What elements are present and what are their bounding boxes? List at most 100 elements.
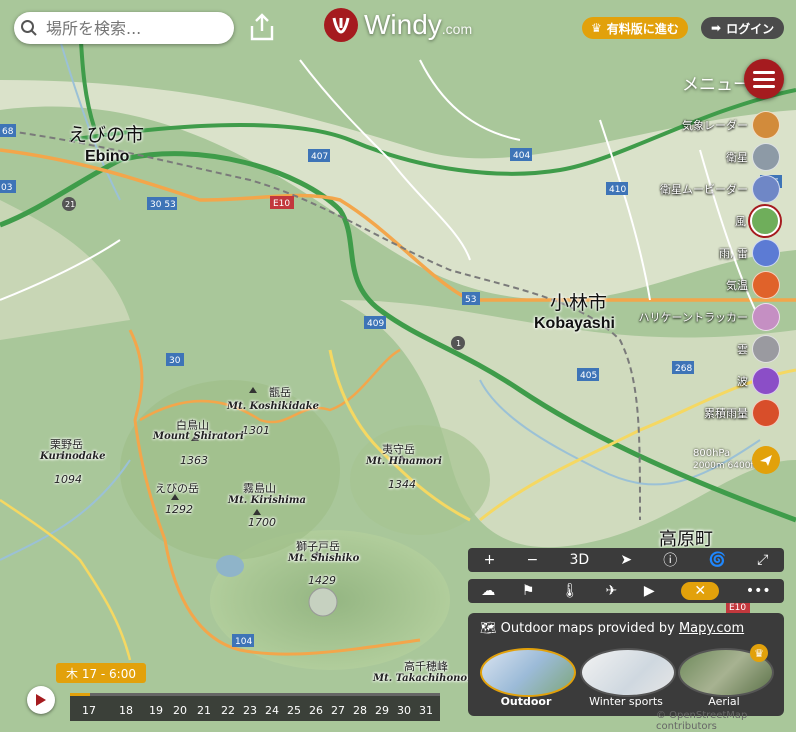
peak-elevation: 1700 [248, 516, 276, 529]
altitude-range: 2000m 6400ft [693, 461, 757, 471]
login-button[interactable]: ➡ ログイン [701, 17, 785, 39]
peak-elevation: 1094 [54, 473, 82, 486]
webcam-icon[interactable]: ▶ [644, 583, 655, 599]
layer-wind[interactable]: 風 [735, 206, 780, 236]
hamburger-menu-button[interactable] [744, 59, 784, 99]
peak-label: Mt. Shishiko [288, 553, 360, 564]
layer-label: 雨, 雷 [719, 247, 748, 260]
layer-accumulated-rain[interactable]: 累積雨量 [704, 398, 780, 428]
layer-label: 衛星 [726, 151, 748, 164]
search-input[interactable] [44, 17, 228, 39]
crown-icon: ♛ [591, 21, 602, 35]
zoom-in-button[interactable]: + [484, 552, 496, 568]
peak-label: 夷守岳 [382, 443, 415, 456]
timeline-day[interactable]: 29 [375, 704, 389, 717]
altitude-level: 800hPa [693, 448, 731, 459]
satellite-movie-icon [752, 175, 780, 203]
fullscreen-icon[interactable]: ⤢ [757, 552, 768, 568]
timeline-day[interactable]: 30 [397, 704, 411, 717]
search-box[interactable] [14, 12, 234, 44]
search-icon [14, 13, 44, 43]
peak-label: Mt. Takachihonom [373, 673, 478, 684]
airport-icon[interactable]: ✈ [605, 583, 617, 599]
timeline-day[interactable]: 19 [149, 704, 163, 717]
city-label-ebino-jp: えびの市 [68, 124, 145, 146]
map-attribution[interactable]: © OpenStreetMap contributors [656, 710, 796, 732]
outdoor-header: 🗺 Outdoor maps provided by Mapy.com [480, 621, 744, 636]
timeline-day[interactable]: 22 [221, 704, 235, 717]
thermometer-icon[interactable]: 🌡 [561, 583, 579, 599]
menu-label[interactable]: メニュー [682, 70, 750, 95]
timeline-day[interactable]: 26 [309, 704, 323, 717]
peak-label: 獅子戸岳 [296, 540, 340, 553]
svg-text:68: 68 [2, 127, 14, 137]
svg-text:405: 405 [580, 371, 597, 381]
timeline-day[interactable]: 28 [353, 704, 367, 717]
radar-icon [752, 111, 780, 139]
aerial-map-label: Aerial [708, 695, 740, 708]
timeline-day[interactable]: 17 [82, 704, 96, 717]
layer-label: 雲 [737, 343, 748, 356]
timeline-day[interactable]: 23 [243, 704, 257, 717]
rain-icon [752, 239, 780, 267]
peak-label: Mt. Kirishima [228, 495, 306, 506]
premium-button[interactable]: ♛ 有料版に進む [582, 17, 688, 39]
current-time-chip: 木 17 - 6:00 [56, 663, 146, 683]
map-tools-bar: ☁ ⚑ 🌡 ✈ ▶ ✕ ••• [468, 579, 784, 603]
city-label-kobayashi-en: Kobayashi [534, 315, 615, 332]
altitude-selector[interactable]: 800hPa 2000m 6400ft [688, 446, 780, 474]
winter-map-thumb[interactable] [580, 648, 676, 697]
weather-icon[interactable]: ☁ [481, 583, 495, 599]
timeline-day[interactable]: 31 [419, 704, 433, 717]
more-icon[interactable]: ••• [746, 583, 771, 599]
accumulated-rain-icon [752, 399, 780, 427]
map-icon: 🗺 [480, 621, 497, 636]
peak-label: えびの岳 [155, 482, 199, 495]
layer-satellite-movie[interactable]: 衛星ムービーダー [660, 174, 780, 204]
peak-elevation: 1344 [388, 478, 416, 491]
timeline-day[interactable]: 27 [331, 704, 345, 717]
layer-label: 気象レーダー [682, 119, 748, 132]
airplane-icon[interactable] [752, 446, 780, 474]
peak-label: Mount Shiratori [153, 431, 244, 442]
share-icon[interactable] [248, 12, 276, 42]
layer-clouds[interactable]: 雲 [737, 334, 780, 364]
play-icon [36, 694, 46, 706]
windy-logo[interactable]: Windy.com [324, 8, 472, 42]
flag-icon[interactable]: ⚑ [522, 583, 535, 599]
peak-elevation: 1429 [308, 574, 336, 587]
close-outdoor-button[interactable]: ✕ [681, 582, 720, 600]
zoom-out-button[interactable]: − [527, 552, 539, 568]
peak-label: 高千穂峰 [404, 660, 448, 673]
layer-label: 風 [735, 215, 746, 228]
svg-text:409: 409 [367, 319, 384, 329]
timeline-day[interactable]: 24 [265, 704, 279, 717]
play-button[interactable] [27, 686, 55, 714]
hurricane-icon[interactable]: 🌀 [709, 552, 726, 568]
outdoor-map-thumb[interactable] [480, 648, 576, 697]
layer-satellite[interactable]: 衛星 [726, 142, 780, 172]
timeline-day[interactable]: 18 [119, 704, 133, 717]
layer-hurricane[interactable]: ハリケーントラッカー [639, 302, 780, 332]
timeline-bar[interactable]: 17 18 19 20 21 22 23 24 25 26 27 28 29 3… [70, 693, 440, 721]
info-icon[interactable]: ⓘ [663, 550, 677, 570]
outdoor-maps-panel: 🗺 Outdoor maps provided by Mapy.com Outd… [468, 613, 784, 716]
peak-elevation: 1363 [180, 454, 208, 467]
svg-text:404: 404 [513, 151, 530, 161]
timeline-day[interactable]: 21 [197, 704, 211, 717]
layer-radar[interactable]: 気象レーダー [682, 110, 780, 140]
layer-rain-thunder[interactable]: 雨, 雷 [719, 238, 780, 268]
timeline-day[interactable]: 20 [173, 704, 187, 717]
layer-temperature[interactable]: 気温 [726, 270, 780, 300]
layer-picker: 気象レーダー 衛星 衛星ムービーダー 風 雨, 雷 気温 ハリケーントラッカー … [620, 110, 780, 450]
layer-waves[interactable]: 波 [737, 366, 780, 396]
locate-icon[interactable]: ➤ [620, 552, 632, 568]
svg-text:03: 03 [1, 183, 12, 193]
timeline-day[interactable]: 25 [287, 704, 301, 717]
provider-link[interactable]: Mapy.com [679, 621, 744, 636]
svg-text:30: 30 [169, 356, 181, 366]
layer-label: 衛星ムービーダー [660, 183, 748, 196]
clouds-icon [752, 335, 780, 363]
layer-label: ハリケーントラッカー [638, 311, 748, 324]
3d-button[interactable]: 3D [569, 552, 589, 568]
